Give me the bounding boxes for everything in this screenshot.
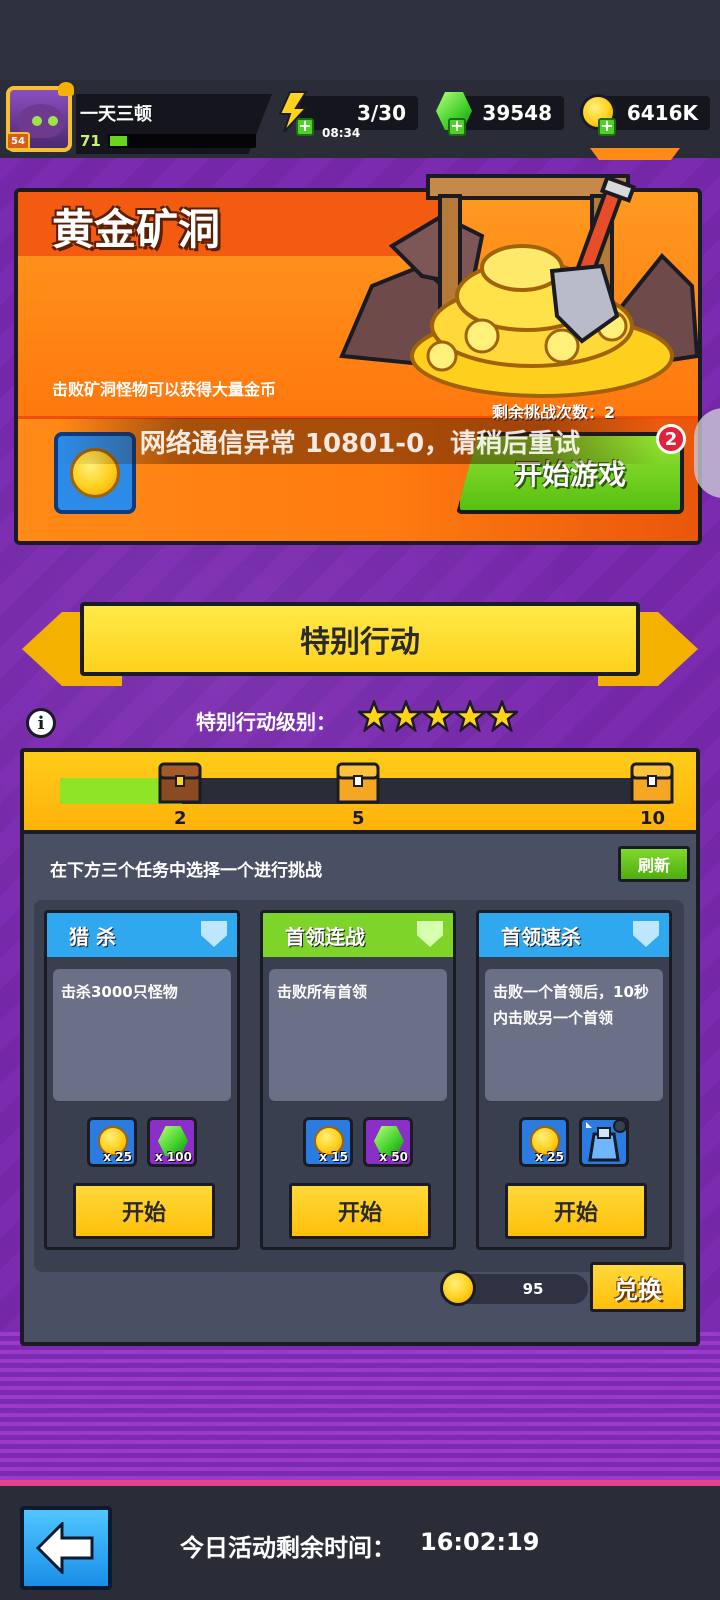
gold-coin-icon [440, 1270, 476, 1306]
task-title: 猎 杀 [69, 924, 116, 949]
shield-icon [201, 921, 227, 947]
reward-gold-coin[interactable]: x 25 [87, 1117, 137, 1167]
add-gold-button[interactable]: + [598, 118, 616, 136]
avatar-eye [32, 116, 42, 126]
special-action-banner: 特别行动 [80, 602, 640, 676]
gold-mine-illustration [339, 174, 700, 398]
star-icon [390, 700, 422, 732]
reward-gold-coin[interactable]: x 25 [519, 1117, 569, 1167]
reward-quantity: x 100 [155, 1150, 192, 1164]
special-level-label: 特别行动级别： [196, 710, 336, 734]
shield-icon [417, 921, 443, 947]
time-remaining-label: 今日活动剩余时间： [180, 1534, 396, 1562]
avatar-eye [48, 116, 58, 126]
gold-value: 6416K [626, 101, 698, 125]
mine-title: 黄金矿洞 [52, 205, 221, 254]
special-action-panel: 2 5 10 在下方三个任务中选择一个进行挑战 刷新 猎 杀 击杀3000只怪物… [20, 748, 700, 1346]
time-remaining-value: 16:02:19 [420, 1528, 540, 1556]
energy-timer: 08:34 [322, 126, 361, 140]
reward-gem[interactable]: x 100 [147, 1117, 197, 1167]
xp-bar-track [108, 134, 256, 148]
task-prompt: 在下方三个任务中选择一个进行挑战 [50, 861, 322, 881]
network-error-toast: 网络通信异常 10801-0，请稍后重试 [60, 418, 660, 464]
star-icon [486, 700, 518, 732]
reward-quantity: x 25 [535, 1150, 564, 1164]
avatar-level-badge: 54 [6, 132, 30, 150]
milestone-chest-icon[interactable] [630, 762, 674, 804]
player-level: 71 [80, 132, 101, 150]
task-description: 击败所有首领 [269, 969, 447, 1101]
crown-icon [58, 82, 74, 96]
reward-quantity: x 15 [319, 1150, 348, 1164]
task-card-boss-speedkill: 首领速杀 击败一个首领后，10秒内击败另一个首领 x 25 开始 [476, 910, 672, 1250]
reward-gold-coin[interactable]: x 15 [303, 1117, 353, 1167]
energy-value: 3/30 [356, 101, 406, 125]
reward-armor[interactable] [579, 1117, 629, 1167]
reward-quantity: x 50 [379, 1150, 408, 1164]
shield-icon [633, 921, 659, 947]
task-card-hunt: 猎 杀 击杀3000只怪物 x 25 x 100 开始 [44, 910, 240, 1250]
star-icon [358, 700, 390, 732]
start-task-button[interactable]: 开始 [289, 1183, 431, 1239]
notification-badge: 2 [656, 424, 686, 454]
purple-background-stripes [0, 1330, 720, 1480]
milestone-value: 5 [352, 808, 365, 829]
exchange-amount: 95 [522, 1280, 544, 1298]
status-area [0, 0, 720, 80]
milestone-chest-icon[interactable] [336, 762, 380, 804]
player-name: 一天三顿 [80, 104, 152, 125]
star-icon [454, 700, 486, 732]
task-header: 首领连战 [263, 913, 453, 957]
exchange-currency-bar: 95 [458, 1274, 588, 1304]
milestone-value: 10 [640, 808, 666, 829]
refresh-button[interactable]: 刷新 [618, 846, 690, 882]
task-description: 击杀3000只怪物 [53, 969, 231, 1101]
reward-quantity: x 25 [103, 1150, 132, 1164]
mine-description: 击败矿洞怪物可以获得大量金币 [52, 380, 277, 399]
start-task-button[interactable]: 开始 [505, 1183, 647, 1239]
armor-upgrade-icon [586, 1119, 627, 1162]
task-header: 猎 杀 [47, 913, 237, 957]
exchange-button[interactable]: 兑换 [590, 1262, 686, 1312]
back-button[interactable] [20, 1506, 112, 1590]
task-description: 击败一个首领后，10秒内击败另一个首领 [485, 969, 663, 1101]
start-task-button[interactable]: 开始 [73, 1183, 215, 1239]
task-title: 首领速杀 [501, 924, 581, 949]
milestone-value: 2 [174, 808, 187, 829]
energy-counter[interactable]: 3/30 [300, 96, 418, 130]
info-icon[interactable]: i [26, 708, 56, 738]
task-card-boss-rush: 首领连战 击败所有首领 x 15 x 50 开始 [260, 910, 456, 1250]
back-arrow-icon [36, 1522, 94, 1574]
add-energy-button[interactable]: + [296, 118, 314, 136]
milestone-chest-icon[interactable] [158, 762, 202, 804]
gem-value: 39548 [482, 101, 552, 125]
task-title: 首领连战 [285, 924, 365, 949]
star-icon [422, 700, 454, 732]
add-gems-button[interactable]: + [448, 118, 466, 136]
reward-gem[interactable]: x 50 [363, 1117, 413, 1167]
task-header: 首领速杀 [479, 913, 669, 957]
xp-bar-fill [110, 136, 127, 146]
